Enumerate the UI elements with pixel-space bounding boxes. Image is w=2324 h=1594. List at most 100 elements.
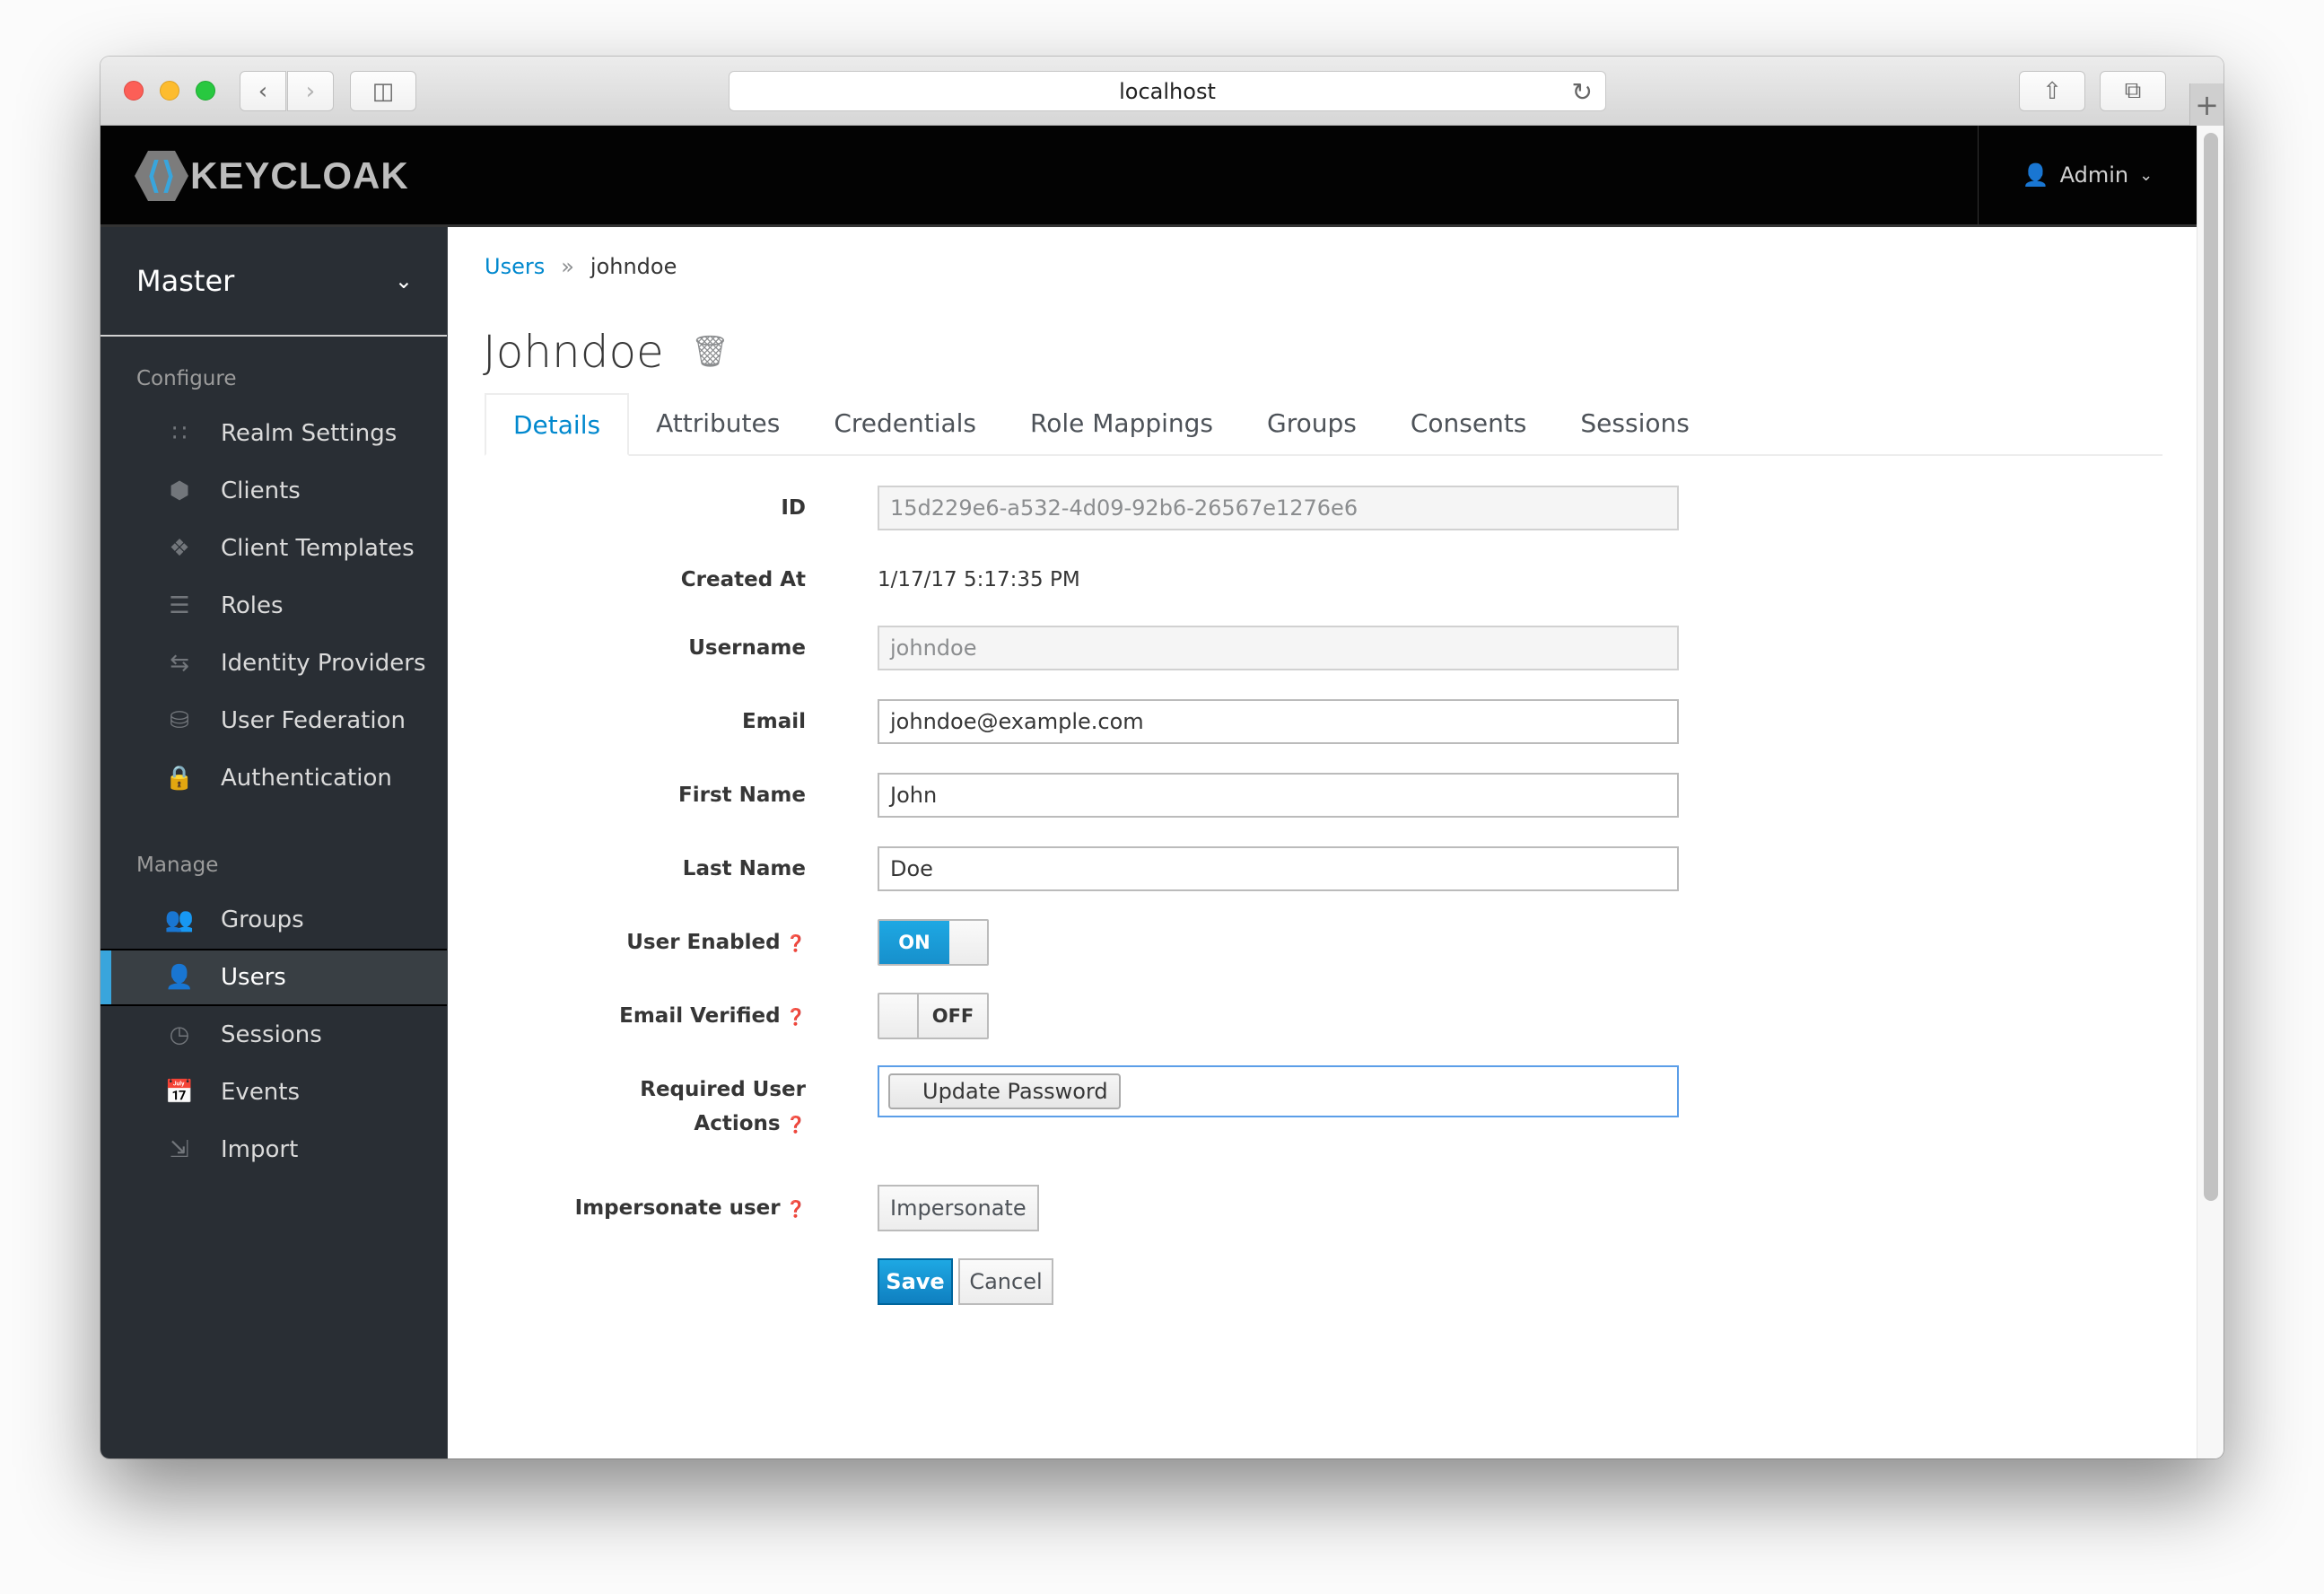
keycloak-logo[interactable]: ⟨⟩ KEYCLOAK <box>135 151 409 201</box>
url-text: localhost <box>1119 78 1216 104</box>
user-icon: 👤 <box>2022 162 2049 188</box>
import-icon: ⇲ <box>170 1136 189 1163</box>
sidebar-item-client-templates[interactable]: ❖ Client Templates <box>100 520 447 577</box>
required-actions-label-line2: Actions <box>694 1112 781 1135</box>
close-window-button[interactable] <box>124 81 144 101</box>
save-button[interactable]: Save <box>878 1258 953 1305</box>
sidebar-item-sessions[interactable]: ◷ Sessions <box>100 1006 447 1064</box>
tab-attributes[interactable]: Attributes <box>629 391 807 454</box>
last-name-field[interactable]: Doe <box>878 846 1679 891</box>
main-content: Users » johndoe Johndoe 🗑 Details Attrib… <box>449 227 2197 1458</box>
user-tabs: Details Attributes Credentials Role Mapp… <box>485 393 2162 456</box>
first-name-field[interactable]: John <box>878 773 1679 818</box>
form-row-last-name: Last Name Doe <box>449 845 2197 893</box>
question-circle-icon[interactable]: ❓ <box>786 1008 806 1027</box>
id-label: ID <box>781 496 806 520</box>
created-at-label: Created At <box>680 568 806 591</box>
sidebar-item-label: Clients <box>221 477 301 504</box>
page-scrollbar[interactable] <box>2197 126 2224 1458</box>
tab-overview-button[interactable]: ⧉ <box>2100 71 2166 111</box>
tab-credentials[interactable]: Credentials <box>807 391 1003 454</box>
form-actions: Save Cancel <box>449 1257 2197 1306</box>
toggle-off-label: OFF <box>917 994 987 1038</box>
required-actions-label-line1: Required User <box>640 1078 806 1101</box>
sidebar-section-title: Configure <box>136 367 237 390</box>
form-row-email-verified: Email Verified ❓ OFF <box>449 992 2197 1040</box>
chevron-down-icon: ⌄ <box>394 268 413 293</box>
user-icon: 👤 <box>164 964 195 991</box>
breadcrumb-separator: » <box>561 254 574 279</box>
selected-action-tag[interactable]: Update Password <box>888 1073 1121 1109</box>
sidebar-item-groups[interactable]: 👥 Groups <box>100 891 447 949</box>
first-name-label: First Name <box>678 784 806 807</box>
form-buttons: Save Cancel <box>878 1258 1053 1305</box>
user-enabled-label: User Enabled ❓ <box>449 931 806 954</box>
reload-icon[interactable]: ↻ <box>1572 77 1593 107</box>
form-row-impersonate: Impersonate user ❓ Impersonate <box>449 1184 2197 1232</box>
form-row-email: Email johndoe@example.com <box>449 697 2197 746</box>
share-icon: ⇧ <box>2042 77 2062 105</box>
sidebar-item-events[interactable]: 📅 Events <box>100 1064 447 1121</box>
breadcrumb-current: johndoe <box>590 254 677 279</box>
sidebar-item-label: Sessions <box>221 1021 322 1048</box>
trash-icon[interactable]: 🗑 <box>691 334 730 370</box>
address-bar[interactable]: localhost ↻ <box>729 71 1606 111</box>
forward-button[interactable]: › <box>287 71 334 111</box>
keycloak-logo-icon: ⟨⟩ <box>135 151 188 201</box>
sidebar-item-users[interactable]: 👤 Users <box>100 949 447 1006</box>
sidebar-item-roles[interactable]: ☰ Roles <box>100 577 447 635</box>
sidebar-item-realm-settings[interactable]: ∷ Realm Settings <box>100 405 447 462</box>
cancel-button[interactable]: Cancel <box>958 1258 1053 1305</box>
cubes-icon: ❖ <box>169 535 190 562</box>
sidebar-item-user-federation[interactable]: ⛁ User Federation <box>100 692 447 749</box>
impersonate-label: Impersonate user ❓ <box>449 1196 806 1220</box>
sidebar-item-label: Groups <box>221 906 304 933</box>
question-circle-icon[interactable]: ❓ <box>786 1116 806 1134</box>
question-circle-icon[interactable]: ❓ <box>786 934 806 953</box>
user-enabled-toggle[interactable]: ON <box>878 919 989 966</box>
chevron-left-icon: ‹ <box>258 77 268 105</box>
email-verified-toggle[interactable]: OFF <box>878 993 989 1039</box>
calendar-icon: 📅 <box>164 1079 195 1106</box>
browser-window: ‹ › ◫ localhost ↻ ⇧ ⧉ + ⟨⟩ KEYCLOAK 👤 Ad… <box>100 57 2224 1458</box>
tab-groups[interactable]: Groups <box>1240 391 1384 454</box>
breadcrumb: Users » johndoe <box>485 254 677 279</box>
sidebar-toggle-button[interactable]: ◫ <box>350 71 416 111</box>
sidebar-item-clients[interactable]: ⬢ Clients <box>100 462 447 520</box>
new-tab-button[interactable]: + <box>2189 83 2224 126</box>
user-menu[interactable]: 👤 Admin ⌄ <box>1978 126 2197 224</box>
sidebar-item-import[interactable]: ⇲ Import <box>100 1121 447 1178</box>
clock-icon: ◷ <box>169 1021 190 1048</box>
page-title-text: Johndoe <box>483 326 664 378</box>
sliders-icon: ∷ <box>171 420 188 447</box>
brand-name: KEYCLOAK <box>190 154 409 197</box>
lock-icon: 🔒 <box>164 765 195 792</box>
email-label: Email <box>742 710 806 733</box>
realm-selector[interactable]: Master ⌄ <box>100 227 447 337</box>
required-actions-label: Required User Actions ❓ <box>449 1065 806 1143</box>
scrollbar-thumb[interactable] <box>2204 133 2218 1201</box>
share-button[interactable]: ⇧ <box>2019 71 2085 111</box>
email-field[interactable]: johndoe@example.com <box>878 699 1679 744</box>
created-at-value: 1/17/17 5:17:35 PM <box>878 568 1080 591</box>
tab-consents[interactable]: Consents <box>1384 391 1554 454</box>
minimize-window-button[interactable] <box>160 81 179 101</box>
sidebar-toggle-icon: ◫ <box>371 77 395 105</box>
tab-sessions[interactable]: Sessions <box>1553 391 1716 454</box>
zoom-window-button[interactable] <box>196 81 215 101</box>
form-row-username: Username johndoe <box>449 624 2197 672</box>
users-icon: 👥 <box>164 906 195 933</box>
tab-details[interactable]: Details <box>485 393 630 456</box>
browser-titlebar: ‹ › ◫ localhost ↻ ⇧ ⧉ + <box>100 57 2224 126</box>
sidebar-item-identity-providers[interactable]: ⇆ Identity Providers <box>100 635 447 692</box>
toggle-knob <box>949 921 987 964</box>
tab-role-mappings[interactable]: Role Mappings <box>1003 391 1240 454</box>
required-actions-select[interactable]: Update Password <box>878 1065 1679 1117</box>
sidebar-item-label: Events <box>221 1079 301 1106</box>
sidebar-item-authentication[interactable]: 🔒 Authentication <box>100 749 447 807</box>
question-circle-icon[interactable]: ❓ <box>786 1200 806 1219</box>
breadcrumb-users-link[interactable]: Users <box>485 254 545 279</box>
back-button[interactable]: ‹ <box>240 71 286 111</box>
realm-name: Master <box>136 264 235 298</box>
impersonate-button[interactable]: Impersonate <box>878 1185 1039 1231</box>
